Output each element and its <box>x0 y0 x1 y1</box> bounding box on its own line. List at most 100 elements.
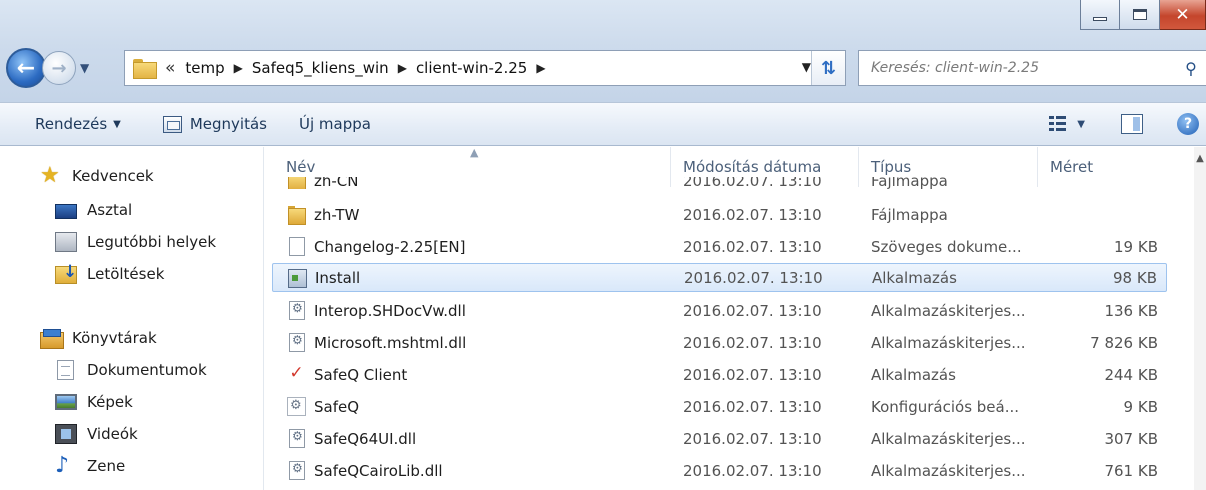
file-type: Alkalmazáskiterjes... <box>871 301 1026 320</box>
open-label: Megnyitás <box>189 115 267 133</box>
back-arrow-icon: ← <box>16 55 36 81</box>
file-date: 2016.02.07. 13:10 <box>683 301 822 320</box>
nav-label: Zene <box>87 457 126 475</box>
breadcrumb-overflow[interactable]: « <box>165 58 175 78</box>
file-name: Changelog-2.25[EN] <box>314 237 466 256</box>
file-name: SafeQ <box>314 397 360 416</box>
maximize-button[interactable] <box>1120 0 1160 30</box>
column-header-size[interactable]: Méret <box>1050 158 1093 176</box>
breadcrumb-client-win[interactable]: client-win-2.25 <box>416 59 527 77</box>
nav-item-videos[interactable]: Videók <box>55 421 138 447</box>
breadcrumb-temp[interactable]: temp <box>185 59 224 77</box>
breadcrumb-safeq5-kliens-win[interactable]: Safeq5_kliens_win <box>252 59 389 77</box>
scroll-up-icon[interactable]: ▲ <box>1194 153 1206 164</box>
command-bar: Rendezés ▼ Megnyitás Új mappa ▼ ? <box>0 102 1206 146</box>
search-input[interactable] <box>859 51 1176 85</box>
minimize-button[interactable] <box>1080 0 1120 30</box>
nav-label: Könyvtárak <box>72 329 157 347</box>
maximize-icon <box>1132 9 1147 20</box>
command-bar-right: ▼ ? <box>1049 103 1206 145</box>
sort-ascending-icon: ▲ <box>470 147 479 159</box>
forward-button[interactable]: → <box>42 51 76 85</box>
nav-label: Legutóbbi helyek <box>87 233 217 251</box>
folder-icon <box>133 59 157 79</box>
file-type: Alkalmazáskiterjes... <box>871 461 1026 480</box>
organize-label: Rendezés <box>35 115 108 133</box>
nav-label: Dokumentumok <box>87 361 207 379</box>
file-type: Alkalmazás <box>871 365 956 384</box>
application-icon <box>288 269 307 288</box>
nav-item-music[interactable]: ♪ Zene <box>55 453 125 479</box>
preview-pane-icon[interactable] <box>1121 114 1143 134</box>
search-icon[interactable]: ⚲ <box>1176 59 1206 78</box>
table-row[interactable]: Changelog-2.25[EN] 2016.02.07. 13:10 Szö… <box>272 232 1167 261</box>
recent-places-icon <box>55 232 77 252</box>
file-type: Fájlmappa <box>871 177 948 189</box>
change-view-icon[interactable] <box>1049 116 1069 132</box>
file-date: 2016.02.07. 13:10 <box>683 461 822 480</box>
file-name: zh-TW <box>314 205 360 224</box>
table-row[interactable]: SafeQ64UI.dll 2016.02.07. 13:10 Alkalmaz… <box>272 424 1167 453</box>
nav-item-favorites[interactable]: ★ Kedvencek <box>40 163 154 189</box>
title-bar: ✕ ← → ▼ « temp ▶ Safeq5_kliens_win ▶ cli… <box>0 0 1206 102</box>
organize-button[interactable]: Rendezés ▼ <box>35 103 121 145</box>
address-bar[interactable]: « temp ▶ Safeq5_kliens_win ▶ client-win-… <box>124 50 846 86</box>
vertical-scrollbar[interactable]: ▲ <box>1194 147 1206 490</box>
file-date: 2016.02.07. 13:10 <box>683 177 822 189</box>
file-name: Interop.SHDocVw.dll <box>314 301 466 320</box>
open-button[interactable]: Megnyitás <box>162 103 267 145</box>
music-note-icon: ♪ <box>55 453 70 478</box>
file-size: 136 KB <box>1104 301 1158 320</box>
nav-item-libraries[interactable]: Könyvtárak <box>40 325 157 351</box>
file-type: Szöveges dokume... <box>871 237 1022 256</box>
file-name: Install <box>315 268 361 287</box>
file-name: Microsoft.mshtml.dll <box>314 333 467 352</box>
table-row[interactable]: Interop.SHDocVw.dll 2016.02.07. 13:10 Al… <box>272 296 1167 325</box>
nav-item-recent-places[interactable]: Legutóbbi helyek <box>55 229 216 255</box>
file-size: 244 KB <box>1104 365 1158 384</box>
desktop-icon <box>55 203 77 219</box>
file-name: zh-CN <box>314 177 359 189</box>
nav-item-desktop[interactable]: Asztal <box>55 197 132 223</box>
address-dropdown-icon[interactable]: ▼ <box>802 60 811 74</box>
chevron-down-icon: ▼ <box>113 118 121 130</box>
safeq-icon: ✓ <box>289 363 304 383</box>
videos-icon <box>55 424 77 444</box>
table-row[interactable]: zh-CN 2016.02.07. 13:10 Fájlmappa <box>272 177 1167 189</box>
file-date: 2016.02.07. 13:10 <box>683 365 822 384</box>
close-button[interactable]: ✕ <box>1160 0 1206 30</box>
nav-item-pictures[interactable]: Képek <box>55 389 133 415</box>
pictures-icon <box>55 394 77 410</box>
table-row-selected[interactable]: Install 2016.02.07. 13:10 Alkalmazás 98 … <box>272 263 1167 292</box>
table-row[interactable]: Microsoft.mshtml.dll 2016.02.07. 13:10 A… <box>272 328 1167 357</box>
nav-item-downloads[interactable]: Letöltések <box>55 261 164 287</box>
column-header-type[interactable]: Típus <box>871 158 911 176</box>
breadcrumb-separator-icon[interactable]: ▶ <box>536 61 545 75</box>
breadcrumb-separator-icon[interactable]: ▶ <box>398 61 407 75</box>
help-icon[interactable]: ? <box>1177 113 1199 135</box>
libraries-icon <box>40 328 64 349</box>
history-dropdown-button[interactable]: ▼ <box>80 61 94 75</box>
nav-item-documents[interactable]: Dokumentumok <box>55 357 207 383</box>
table-row[interactable]: SafeQCairoLib.dll 2016.02.07. 13:10 Alka… <box>272 456 1167 485</box>
file-date: 2016.02.07. 13:10 <box>683 397 822 416</box>
new-folder-button[interactable]: Új mappa <box>299 103 371 145</box>
file-size: 7 826 KB <box>1090 333 1158 352</box>
dll-icon <box>289 429 305 448</box>
column-header-name[interactable]: Név <box>286 158 315 176</box>
back-button[interactable]: ← <box>6 48 46 88</box>
table-row[interactable]: zh-TW 2016.02.07. 13:10 Fájlmappa <box>272 200 1167 229</box>
refresh-button[interactable]: ⇅ <box>811 51 845 85</box>
column-header-modified[interactable]: Módosítás dátuma <box>683 158 821 176</box>
file-type: Konfigurációs beá... <box>871 397 1020 416</box>
view-options-dropdown-icon[interactable]: ▼ <box>1077 119 1085 130</box>
file-size: 19 KB <box>1114 237 1158 256</box>
file-date: 2016.02.07. 13:10 <box>684 268 823 287</box>
table-row[interactable]: SafeQ 2016.02.07. 13:10 Konfigurációs be… <box>272 392 1167 421</box>
table-row[interactable]: ✓ SafeQ Client 2016.02.07. 13:10 Alkalma… <box>272 360 1167 389</box>
file-date: 2016.02.07. 13:10 <box>683 237 822 256</box>
file-type: Alkalmazás <box>872 268 957 287</box>
file-list: ▲ Név Módosítás dátuma Típus Méret zh-CN… <box>263 147 1206 490</box>
breadcrumb-separator-icon[interactable]: ▶ <box>234 61 243 75</box>
file-name: SafeQ Client <box>314 365 408 384</box>
